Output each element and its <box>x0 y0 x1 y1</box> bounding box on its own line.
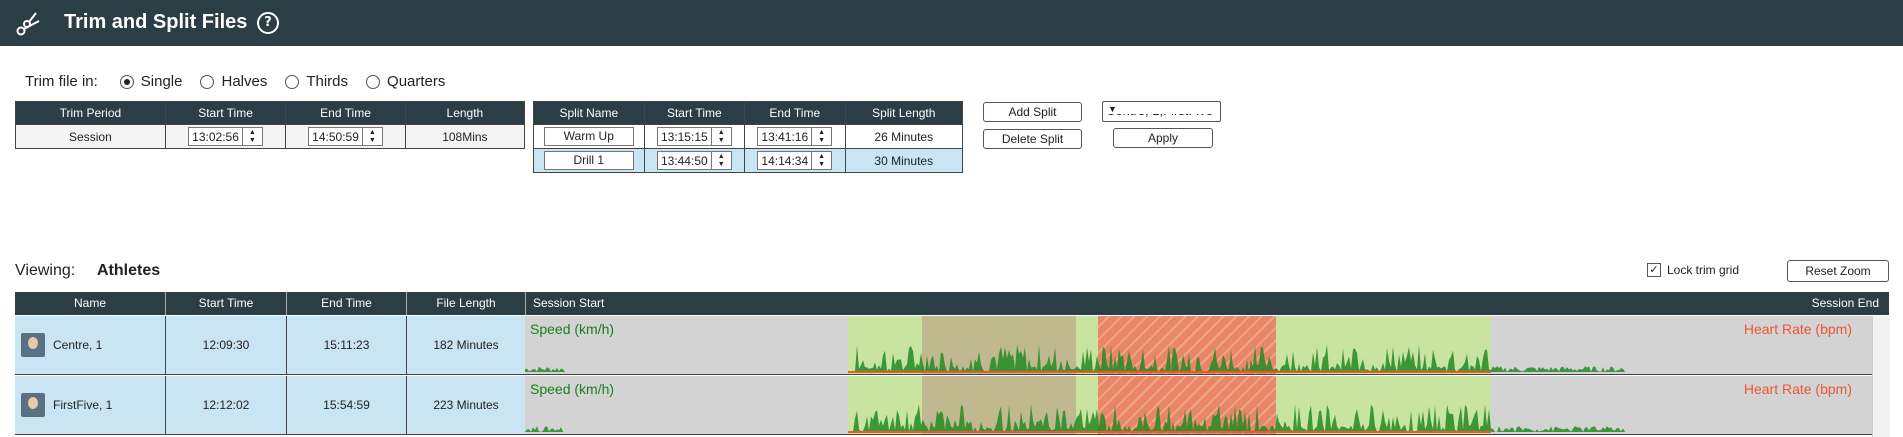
split-header-length: Split Length <box>844 101 964 125</box>
header-end-time: End Time <box>321 296 372 310</box>
stepper-arrows-icon[interactable]: ▲ ▼ <box>811 128 831 145</box>
split-header-start: Start Time <box>643 101 746 125</box>
stepper-arrows-icon[interactable]: ▲ ▼ <box>361 128 382 145</box>
trim-period-cell: Session <box>15 124 166 149</box>
athlete-select[interactable]: Centre, 1,FirstFive▼ <box>1102 101 1221 122</box>
athlete-end: 15:11:23 <box>323 338 370 352</box>
add-split-button[interactable]: Add Split <box>983 102 1082 122</box>
athlete-length: 223 Minutes <box>433 398 499 412</box>
split-name-input[interactable]: Drill 1 <box>543 151 634 170</box>
split-header-name: Split Name <box>533 101 645 125</box>
athlete-timeline[interactable]: Speed (km/h) Heart Rate (bpm) <box>525 316 1889 375</box>
athlete-name: FirstFive, 1 <box>53 398 113 412</box>
athlete-length: 182 Minutes <box>433 338 499 352</box>
split-row[interactable]: Warm Up 13:15:15 ▲ ▼ 13:41:16 ▲ ▼ 26 Minutes <box>533 124 964 149</box>
trim-start-stepper[interactable]: 13:02:56 ▲ ▼ <box>188 127 263 146</box>
radio-icon <box>200 74 215 89</box>
athlete-row[interactable]: Centre, 1 12:09:30 15:11:23 182 Minutes <box>15 316 525 375</box>
header-start-time: Start Time <box>198 296 254 310</box>
athlete-row[interactable]: FirstFive, 1 12:12:02 15:54:59 223 Minut… <box>15 376 525 435</box>
stepper-arrows-icon[interactable]: ▲ ▼ <box>241 128 262 145</box>
trim-header-period: Trim Period <box>15 101 166 125</box>
delete-split-button[interactable]: Delete Split <box>983 129 1082 149</box>
speed-trace-path <box>525 344 1889 372</box>
header-file-length: File Length <box>436 296 496 310</box>
split-length-cell: 30 Minutes <box>844 148 964 173</box>
split-start-stepper[interactable]: 13:44:50 ▲ ▼ <box>656 151 732 170</box>
vertical-scrollbar[interactable] <box>1872 316 1890 437</box>
radio-icon <box>285 74 300 89</box>
radio-icon <box>366 74 381 89</box>
athlete-name: Centre, 1 <box>53 338 103 352</box>
heart-rate-label: Heart Rate (bpm) <box>1743 381 1852 397</box>
trim-start-cell: 13:02:56 ▲ ▼ <box>164 124 287 149</box>
split-row-selected[interactable]: Drill 1 13:44:50 ▲ ▼ 14:14:34 ▲ ▼ 30 Minutes <box>533 148 964 173</box>
help-icon[interactable]: ? <box>257 12 279 34</box>
trim-header-length: Length <box>404 101 526 125</box>
trim-end-cell: 14:50:59 ▲ ▼ <box>285 124 406 149</box>
reset-zoom-button[interactable]: Reset Zoom <box>1787 260 1889 282</box>
stepper-arrows-icon[interactable]: ▲ ▼ <box>710 152 731 169</box>
radio-selected-icon <box>119 74 134 89</box>
split-name-input[interactable]: Warm Up <box>543 127 634 146</box>
viewing-label: Viewing: Athletes <box>15 262 161 279</box>
trim-header-end: End Time <box>285 101 406 125</box>
trim-label: Trim file in: <box>25 73 98 90</box>
trim-options: Trim file in: Single Halves Thirds Quart… <box>25 73 463 90</box>
checkmark-icon: ✓ <box>1647 263 1661 277</box>
split-table: Split Name Start Time End Time Split Len… <box>533 101 964 173</box>
speed-label: Speed (km/h) <box>530 321 615 337</box>
header-session-start: Session Start <box>533 296 605 310</box>
athlete-start: 12:09:30 <box>202 338 250 352</box>
radio-thirds[interactable]: Thirds <box>285 73 348 90</box>
heart-rate-label: Heart Rate (bpm) <box>1743 321 1852 337</box>
split-end-stepper[interactable]: 13:41:16 ▲ ▼ <box>757 127 833 146</box>
athletes-table-header: Name Start Time End Time File Length Ses… <box>15 292 1889 315</box>
athlete-timeline[interactable]: Speed (km/h) Heart Rate (bpm) <box>525 376 1889 435</box>
trim-table: Trim Period Start Time End Time Length S… <box>15 101 526 149</box>
split-length-cell: 26 Minutes <box>844 124 964 149</box>
trim-end-stepper[interactable]: 14:50:59 ▲ ▼ <box>308 127 383 146</box>
avatar <box>21 333 45 357</box>
header-session-end: Session End <box>1811 296 1879 310</box>
chevron-down-icon: ▼ <box>1106 104 1217 114</box>
stepper-arrows-icon[interactable]: ▲ ▼ <box>811 152 831 169</box>
trim-length-cell: 108Mins <box>404 124 526 149</box>
split-start-stepper[interactable]: 13:15:15 ▲ ▼ <box>656 127 732 146</box>
athlete-start: 12:12:02 <box>202 398 250 412</box>
split-header-end: End Time <box>744 101 846 125</box>
speed-label: Speed (km/h) <box>530 381 615 397</box>
trim-header-start: Start Time <box>164 101 287 125</box>
page-title: Trim and Split Files <box>64 11 248 33</box>
split-end-stepper[interactable]: 14:14:34 ▲ ▼ <box>757 151 833 170</box>
radio-halves[interactable]: Halves <box>200 73 267 90</box>
stepper-arrows-icon[interactable]: ▲ ▼ <box>710 128 731 145</box>
title-bar: Trim and Split Files ? <box>0 0 1903 46</box>
speed-trace <box>525 404 1889 433</box>
athlete-end: 15:54:59 <box>323 398 370 412</box>
viewing-value: Athletes <box>97 262 161 279</box>
apply-button[interactable]: Apply <box>1113 128 1213 148</box>
avatar <box>21 393 45 417</box>
speed-trace <box>525 344 1889 373</box>
header-name: Name <box>73 296 106 310</box>
lock-trim-grid-checkbox[interactable]: ✓ Lock trim grid <box>1647 263 1739 277</box>
scissors-icon <box>16 12 40 36</box>
speed-trace-path <box>525 404 1889 432</box>
radio-single[interactable]: Single <box>119 73 182 90</box>
radio-quarters[interactable]: Quarters <box>366 73 445 90</box>
